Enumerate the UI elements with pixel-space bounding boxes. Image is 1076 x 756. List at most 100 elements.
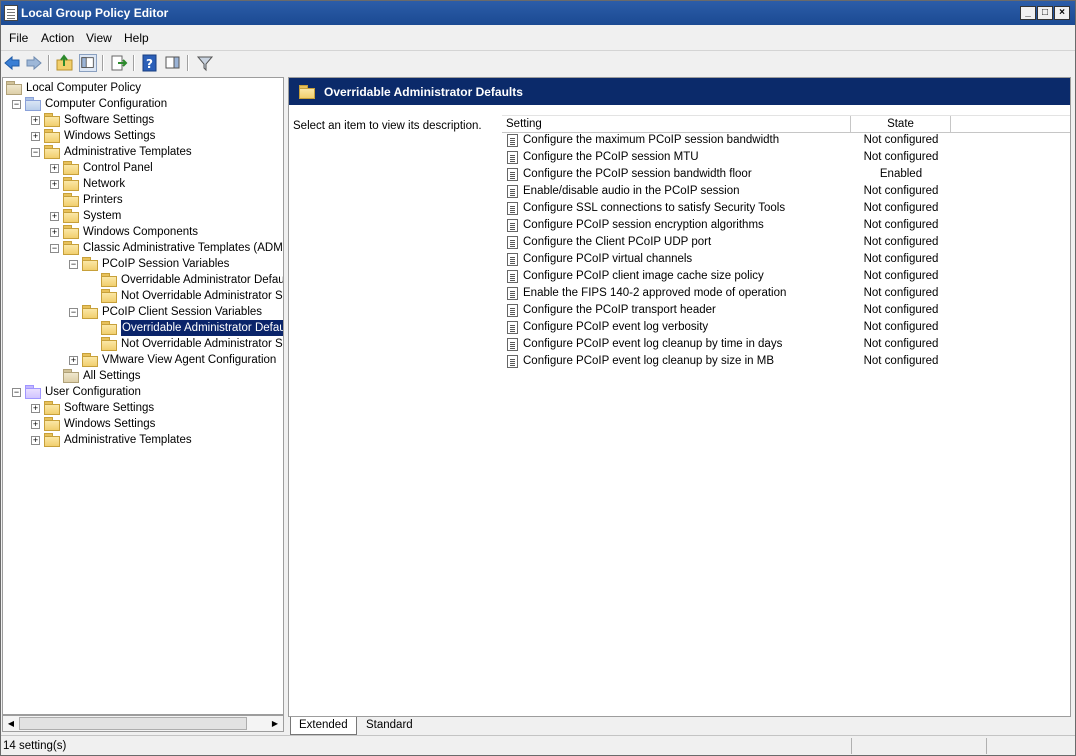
expand-icon[interactable]: + bbox=[31, 404, 40, 413]
setting-row[interactable]: Configure SSL connections to satisfy Sec… bbox=[502, 200, 1070, 217]
folder-icon bbox=[101, 289, 117, 303]
expand-icon[interactable]: + bbox=[31, 132, 40, 141]
setting-row[interactable]: Enable the FIPS 140-2 approved mode of o… bbox=[502, 285, 1070, 302]
expand-icon[interactable]: + bbox=[31, 436, 40, 445]
tree-item[interactable]: + Windows Settings bbox=[3, 416, 283, 432]
tree-item[interactable]: − PCoIP Client Session Variables bbox=[3, 304, 283, 320]
navigation-tree[interactable]: Local Computer Policy − Computer Configura… bbox=[2, 77, 284, 715]
folder-icon bbox=[63, 193, 79, 207]
menu-view[interactable]: View bbox=[86, 31, 112, 45]
tree-item[interactable]: + Software Settings bbox=[3, 112, 283, 128]
setting-name: Configure SSL connections to satisfy Sec… bbox=[523, 202, 786, 214]
tab-standard[interactable]: Standard bbox=[358, 717, 421, 734]
expand-icon[interactable]: + bbox=[50, 180, 59, 189]
state-column-header[interactable]: State bbox=[851, 116, 951, 132]
collapse-icon[interactable]: − bbox=[69, 260, 78, 269]
policy-setting-icon bbox=[507, 185, 518, 198]
details-header: Overridable Administrator Defaults bbox=[289, 78, 1070, 105]
folder-icon bbox=[63, 161, 79, 175]
setting-name: Configure the PCoIP session MTU bbox=[523, 151, 699, 163]
tree-item[interactable]: + Control Panel bbox=[3, 160, 283, 176]
setting-row[interactable]: Configure PCoIP virtual channels Not conf… bbox=[502, 251, 1070, 268]
tree-item[interactable]: + Windows Settings bbox=[3, 128, 283, 144]
folder-icon bbox=[101, 273, 117, 287]
tree-horizontal-scrollbar[interactable]: ◀ ▶ bbox=[2, 715, 284, 732]
maximize-button[interactable]: □ bbox=[1037, 6, 1053, 20]
show-hide-tree-icon[interactable] bbox=[79, 54, 97, 72]
tree-item[interactable]: − Administrative Templates bbox=[3, 144, 283, 160]
setting-row[interactable]: Configure PCoIP event log cleanup by tim… bbox=[502, 336, 1070, 353]
export-list-icon[interactable] bbox=[110, 54, 128, 72]
setting-row[interactable]: Enable/disable audio in the PCoIP sessio… bbox=[502, 183, 1070, 200]
tree-item[interactable]: Not Overridable Administrator Settings bbox=[3, 336, 283, 352]
folder-icon bbox=[82, 305, 98, 319]
tree-item[interactable]: Not Overridable Administrator Settings bbox=[3, 288, 283, 304]
setting-row[interactable]: Configure the PCoIP session bandwidth fl… bbox=[502, 166, 1070, 183]
collapse-icon[interactable]: − bbox=[12, 388, 21, 397]
setting-row[interactable]: Configure the Client PCoIP UDP port Not c… bbox=[502, 234, 1070, 251]
minimize-button[interactable]: _ bbox=[1020, 6, 1036, 20]
scroll-thumb[interactable] bbox=[19, 717, 247, 730]
tree-item-label: Local Computer Policy bbox=[26, 82, 142, 94]
tree-item-label: Overridable Administrator Defaults bbox=[119, 319, 283, 337]
tree-item-label: Network bbox=[83, 178, 126, 190]
collapse-icon[interactable]: − bbox=[12, 100, 21, 109]
menu-file[interactable]: File bbox=[9, 31, 28, 45]
forward-icon[interactable] bbox=[25, 54, 43, 72]
collapse-icon[interactable]: − bbox=[69, 308, 78, 317]
tree-item[interactable]: Printers bbox=[3, 192, 283, 208]
tree-item[interactable]: Local Computer Policy bbox=[3, 80, 283, 96]
collapse-icon[interactable]: − bbox=[31, 148, 40, 157]
tree-item[interactable]: − Computer Configuration bbox=[3, 96, 283, 112]
setting-row[interactable]: Configure PCoIP client image cache size … bbox=[502, 268, 1070, 285]
tree-item-label: Windows Settings bbox=[64, 418, 156, 430]
menu-help[interactable]: Help bbox=[124, 31, 149, 45]
details-pane: Overridable Administrator Defaults Selec… bbox=[288, 77, 1071, 717]
setting-row[interactable]: Configure the maximum PCoIP session band… bbox=[502, 132, 1070, 149]
tree-item[interactable]: + System bbox=[3, 208, 283, 224]
setting-state: Not configured bbox=[863, 287, 939, 299]
tab-extended[interactable]: Extended bbox=[290, 717, 357, 735]
tree-item[interactable]: + Windows Components bbox=[3, 224, 283, 240]
setting-state: Not configured bbox=[863, 338, 939, 350]
policy-setting-icon bbox=[507, 151, 518, 164]
setting-column-header[interactable]: Setting bbox=[502, 116, 851, 132]
folder-icon bbox=[63, 225, 79, 239]
collapse-icon[interactable]: − bbox=[50, 244, 59, 253]
tree-item[interactable]: All Settings bbox=[3, 368, 283, 384]
setting-name: Configure the PCoIP session bandwidth fl… bbox=[523, 168, 752, 180]
expand-icon[interactable]: + bbox=[31, 116, 40, 125]
setting-state: Not configured bbox=[863, 355, 939, 367]
up-folder-icon[interactable] bbox=[56, 54, 74, 72]
close-button[interactable]: × bbox=[1054, 6, 1070, 20]
tree-item[interactable]: Overridable Administrator Defaults bbox=[3, 272, 283, 288]
tree-item[interactable]: Overridable Administrator Defaults bbox=[3, 319, 283, 337]
expand-icon[interactable]: + bbox=[50, 228, 59, 237]
tree-item[interactable]: + Administrative Templates bbox=[3, 432, 283, 448]
expand-icon[interactable]: + bbox=[50, 164, 59, 173]
help-icon[interactable]: ? bbox=[141, 54, 159, 72]
setting-row[interactable]: Configure PCoIP event log verbosity Not c… bbox=[502, 319, 1070, 336]
filter-icon[interactable] bbox=[196, 54, 214, 72]
tree-item[interactable]: − PCoIP Session Variables bbox=[3, 256, 283, 272]
tree-item[interactable]: − User Configuration bbox=[3, 384, 283, 400]
tree-item[interactable]: + Network bbox=[3, 176, 283, 192]
setting-row[interactable]: Configure PCoIP session encryption algor… bbox=[502, 217, 1070, 234]
tree-item[interactable]: + VMware View Agent Configuration bbox=[3, 352, 283, 368]
setting-row[interactable]: Configure the PCoIP transport header Not … bbox=[502, 302, 1070, 319]
folder-icon bbox=[82, 257, 98, 271]
scroll-right-arrow[interactable]: ▶ bbox=[268, 717, 282, 730]
expand-icon[interactable]: + bbox=[69, 356, 78, 365]
menu-action[interactable]: Action bbox=[41, 31, 74, 45]
tree-item[interactable]: + Software Settings bbox=[3, 400, 283, 416]
show-hide-action-pane-icon[interactable] bbox=[164, 54, 182, 72]
setting-row[interactable]: Configure PCoIP event log cleanup by siz… bbox=[502, 353, 1070, 370]
expand-icon[interactable]: + bbox=[31, 420, 40, 429]
expand-icon[interactable]: + bbox=[50, 212, 59, 221]
setting-row[interactable]: Configure the PCoIP session MTU Not confi… bbox=[502, 149, 1070, 166]
title-bar[interactable]: Local Group Policy Editor _ □ × bbox=[1, 1, 1075, 25]
status-bar: 14 setting(s) bbox=[1, 735, 1075, 756]
tree-item[interactable]: − Classic Administrative Templates (ADM) bbox=[3, 240, 283, 256]
scroll-left-arrow[interactable]: ◀ bbox=[4, 717, 18, 730]
back-icon[interactable] bbox=[3, 54, 21, 72]
